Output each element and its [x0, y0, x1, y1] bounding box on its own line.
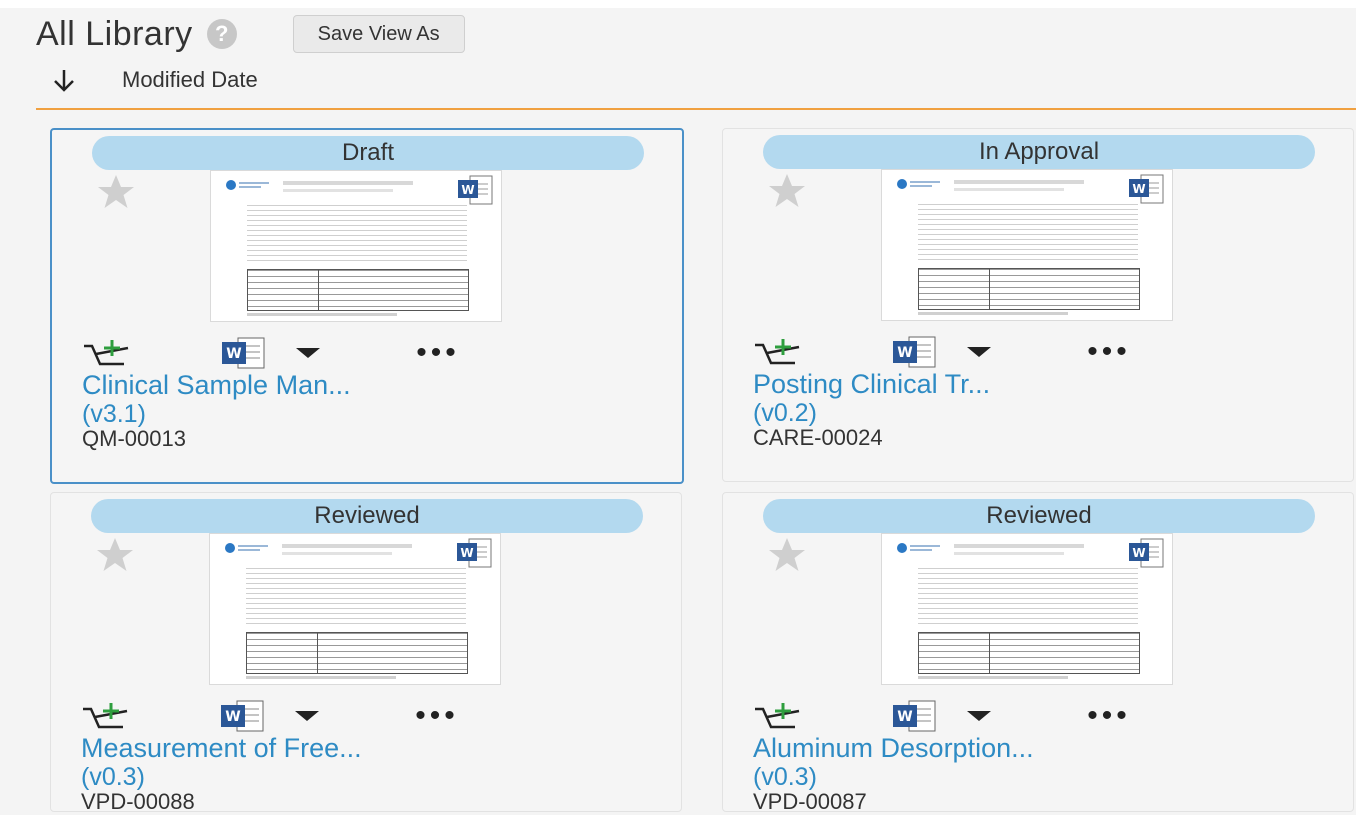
document-title-link[interactable]: Posting Clinical Tr...	[753, 369, 990, 400]
document-version-link[interactable]: (v0.3)	[81, 763, 145, 792]
document-id: QM-00013	[82, 426, 186, 451]
svg-text:W: W	[225, 709, 240, 725]
document-version-link[interactable]: (v0.3)	[753, 763, 817, 792]
document-title-link[interactable]: Clinical Sample Man...	[82, 370, 351, 401]
document-id: VPD-00087	[753, 789, 867, 814]
word-document-icon[interactable]: W	[889, 699, 943, 733]
document-id: CARE-00024	[753, 425, 883, 450]
add-to-cart-icon[interactable]	[753, 699, 805, 733]
document-version-link[interactable]: (v0.2)	[753, 399, 817, 428]
company-logo-icon	[897, 543, 940, 553]
document-version-link[interactable]: (v3.1)	[82, 400, 146, 429]
svg-text:W: W	[226, 346, 241, 362]
star-icon[interactable]	[767, 171, 807, 211]
status-badge: Reviewed	[763, 499, 1315, 533]
question-circle-icon[interactable]: ?	[206, 19, 237, 49]
more-actions-icon[interactable]: •••	[408, 336, 468, 370]
add-to-cart-icon[interactable]	[753, 335, 805, 369]
document-card[interactable]: Draft W W ••• Clinical Sample Man... (v3…	[50, 128, 684, 484]
document-title-link[interactable]: Measurement of Free...	[81, 733, 362, 764]
chevron-down-icon[interactable]	[961, 335, 997, 369]
card-actions: W •••	[753, 335, 1213, 369]
card-actions: W •••	[753, 699, 1213, 733]
word-document-icon: W	[1129, 174, 1164, 204]
company-logo-icon	[226, 180, 269, 190]
word-document-icon[interactable]: W	[889, 335, 943, 369]
thumbnail-text-lines	[918, 568, 1138, 628]
page-title: All Library	[36, 14, 193, 53]
thumbnail-text-lines	[246, 568, 466, 628]
add-to-cart-icon[interactable]	[81, 699, 133, 733]
document-card[interactable]: Reviewed W W ••• Measurement of Free... …	[50, 492, 682, 814]
card-actions: W •••	[81, 699, 541, 733]
chevron-down-icon[interactable]	[289, 699, 325, 733]
library-header: All Library ? Save View As	[36, 14, 465, 54]
document-title-link[interactable]: Aluminum Desorption...	[753, 733, 1034, 764]
star-icon[interactable]	[95, 535, 135, 575]
arrow-down-icon[interactable]	[50, 66, 78, 94]
thumbnail-table	[246, 632, 468, 674]
save-view-as-button[interactable]: Save View As	[292, 15, 465, 53]
more-actions-icon[interactable]: •••	[407, 699, 467, 733]
thumbnail-footer-line	[246, 676, 396, 679]
thumbnail-text-lines	[247, 205, 467, 265]
word-document-icon: W	[457, 538, 492, 568]
company-logo-icon	[225, 543, 268, 553]
thumbnail-subheader-line	[954, 552, 1064, 555]
thumbnail-header-line	[283, 181, 413, 185]
status-badge: In Approval	[763, 135, 1315, 169]
svg-text:W: W	[460, 546, 473, 560]
thumbnail-header-line	[954, 544, 1084, 548]
thumbnail-table	[247, 269, 469, 311]
thumbnail-table	[918, 632, 1140, 674]
status-badge: Draft	[92, 136, 644, 170]
thumbnail-subheader-line	[282, 552, 392, 555]
add-to-cart-icon[interactable]	[82, 336, 134, 370]
thumbnail-footer-line	[918, 676, 1068, 679]
document-card[interactable]: In Approval W W ••• Posting Clinical Tr.…	[722, 128, 1354, 482]
document-card[interactable]: Reviewed W W ••• Aluminum Desorption... …	[722, 492, 1354, 814]
thumbnail-footer-line	[247, 313, 397, 316]
document-id: VPD-00088	[81, 789, 195, 814]
thumbnail-table	[918, 268, 1140, 310]
word-document-icon[interactable]: W	[218, 336, 272, 370]
word-document-icon: W	[1129, 538, 1164, 568]
sort-field-label[interactable]: Modified Date	[122, 67, 258, 93]
top-cropped-strip	[0, 0, 1356, 8]
svg-text:W: W	[1132, 546, 1145, 560]
card-actions: W •••	[82, 336, 542, 370]
svg-text:W: W	[461, 183, 474, 197]
svg-text:W: W	[1132, 182, 1145, 196]
chevron-down-icon[interactable]	[290, 336, 326, 370]
chevron-down-icon[interactable]	[961, 699, 997, 733]
thumbnail-footer-line	[918, 312, 1068, 315]
svg-text:W: W	[897, 345, 912, 361]
thumbnail-subheader-line	[283, 189, 393, 192]
thumbnail-subheader-line	[954, 188, 1064, 191]
thumbnail-text-lines	[918, 204, 1138, 264]
header-divider	[36, 108, 1356, 110]
word-document-icon: W	[458, 175, 493, 205]
star-icon[interactable]	[96, 172, 136, 212]
status-badge: Reviewed	[91, 499, 643, 533]
sort-control[interactable]: Modified Date	[50, 66, 258, 94]
thumbnail-header-line	[954, 180, 1084, 184]
svg-text:W: W	[897, 709, 912, 725]
star-icon[interactable]	[767, 535, 807, 575]
more-actions-icon[interactable]: •••	[1079, 335, 1139, 369]
word-document-icon[interactable]: W	[217, 699, 271, 733]
thumbnail-header-line	[282, 544, 412, 548]
more-actions-icon[interactable]: •••	[1079, 699, 1139, 733]
company-logo-icon	[897, 179, 940, 189]
